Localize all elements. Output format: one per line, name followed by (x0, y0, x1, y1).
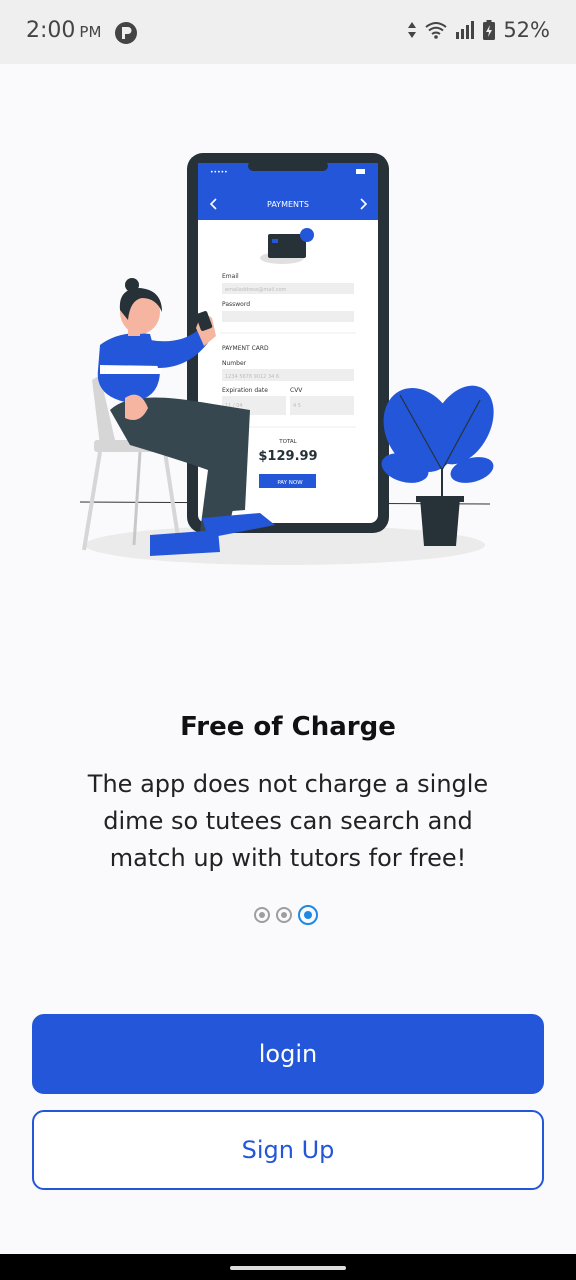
login-button[interactable]: login (32, 1014, 544, 1094)
payment-illustration: ••••• PAYMENTS Email emailaddress@mail.c… (79, 153, 494, 565)
phone-section-title: PAYMENT CARD (222, 345, 269, 352)
phone-cvv-label: CVV (290, 387, 303, 394)
phone-email-label: Email (222, 273, 239, 280)
phone-notch (248, 161, 328, 171)
battery-percentage: 52% (503, 18, 550, 42)
phone-card-chip (272, 239, 278, 243)
app-notification-icon (115, 22, 137, 44)
phone-cvv-value: 4 5 (293, 403, 301, 409)
status-bar: 2:00 PM 52% (0, 0, 576, 64)
phone-battery (356, 169, 365, 174)
phone-password-label: Password (222, 301, 250, 308)
phone-password-field (222, 311, 354, 322)
home-gesture-handle[interactable] (230, 1266, 346, 1270)
phone-number-value: 1234 5678 9012 34 6 (225, 374, 279, 380)
status-icons: 52% (407, 18, 550, 42)
phone-pay-label: PAY NOW (277, 480, 303, 486)
navigation-bar (0, 1254, 576, 1280)
status-time-ampm: PM (79, 23, 102, 41)
signup-button[interactable]: Sign Up (32, 1110, 544, 1190)
phone-total-value: $129.99 (258, 449, 317, 464)
phone-card (268, 234, 306, 258)
battery-charging-icon (483, 20, 496, 40)
signal-icon (456, 21, 475, 39)
wifi-icon (425, 22, 447, 39)
login-button-label: login (258, 1040, 318, 1068)
plant-illustration (381, 385, 494, 546)
onboarding-title: Free of Charge (180, 712, 396, 742)
phone-email-placeholder: emailaddress@mail.com (225, 287, 287, 293)
phone-expiration-label: Expiration date (222, 387, 268, 394)
phone-card-badge (300, 228, 314, 242)
signup-button-label: Sign Up (241, 1136, 335, 1164)
onboarding-description: The app does not charge a single dime so… (87, 770, 489, 872)
data-arrows-icon (408, 22, 417, 38)
phone-signal-dots: ••••• (210, 169, 228, 176)
status-time-value: 2:00 (26, 18, 76, 43)
phone-screen-title: PAYMENTS (267, 200, 309, 209)
page-dot-1[interactable] (254, 907, 270, 923)
page-dot-3-active[interactable] (298, 905, 318, 925)
phone-number-label: Number (222, 360, 247, 367)
page-indicator (254, 905, 318, 925)
phone-total-label: TOTAL (278, 439, 297, 445)
status-time: 2:00 PM (26, 18, 101, 43)
page-dot-2[interactable] (276, 907, 292, 923)
